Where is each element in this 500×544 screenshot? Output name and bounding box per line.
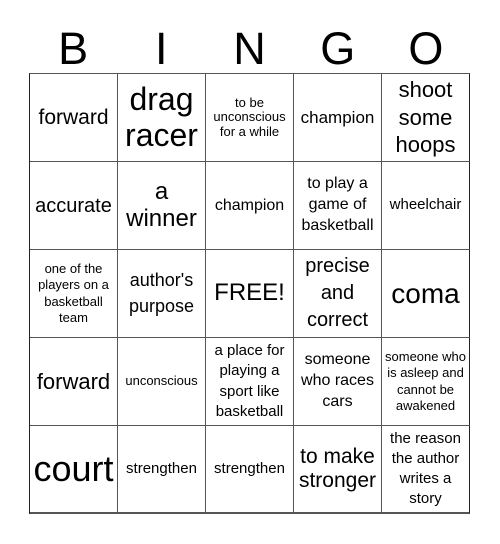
bingo-cell[interactable]: to be unconscious for a while [206,74,294,162]
bingo-cell[interactable]: forward [30,74,118,162]
bingo-header: B I N G O [29,26,470,72]
free-space[interactable]: FREE! [206,250,294,338]
header-letter-b: B [58,23,89,74]
bingo-cell[interactable]: accurate [30,162,118,250]
bingo-cell[interactable]: forward [30,338,118,426]
header-letter-n: N [233,23,266,74]
bingo-grid: forward drag racer to be unconscious for… [29,73,470,514]
bingo-cell[interactable]: drag racer [118,74,206,162]
bingo-cell[interactable]: unconscious [118,338,206,426]
bingo-cell[interactable]: someone who races cars [294,338,382,426]
bingo-cell[interactable]: champion [206,162,294,250]
bingo-cell[interactable]: someone who is asleep and cannot be awak… [382,338,470,426]
bingo-cell[interactable]: champion [294,74,382,162]
bingo-cell[interactable]: to play a game of basketball [294,162,382,250]
bingo-cell[interactable]: precise and correct [294,250,382,338]
bingo-cell[interactable]: a place for playing a sport like basketb… [206,338,294,426]
bingo-cell[interactable]: coma [382,250,470,338]
bingo-cell[interactable]: strengthen [118,426,206,514]
bingo-cell[interactable]: court [30,426,118,514]
header-letter-i: I [155,23,168,74]
header-letter-g: G [320,23,356,74]
bingo-cell[interactable]: wheelchair [382,162,470,250]
bingo-cell[interactable]: the reason the author writes a story [382,426,470,514]
bingo-cell[interactable]: one of the players on a basketball team [30,250,118,338]
bingo-cell[interactable]: a winner [118,162,206,250]
bingo-cell[interactable]: strengthen [206,426,294,514]
bingo-cell[interactable]: author's purpose [118,250,206,338]
bingo-cell[interactable]: shoot some hoops [382,74,470,162]
header-letter-o: O [408,23,444,74]
bingo-cell[interactable]: to make stronger [294,426,382,514]
